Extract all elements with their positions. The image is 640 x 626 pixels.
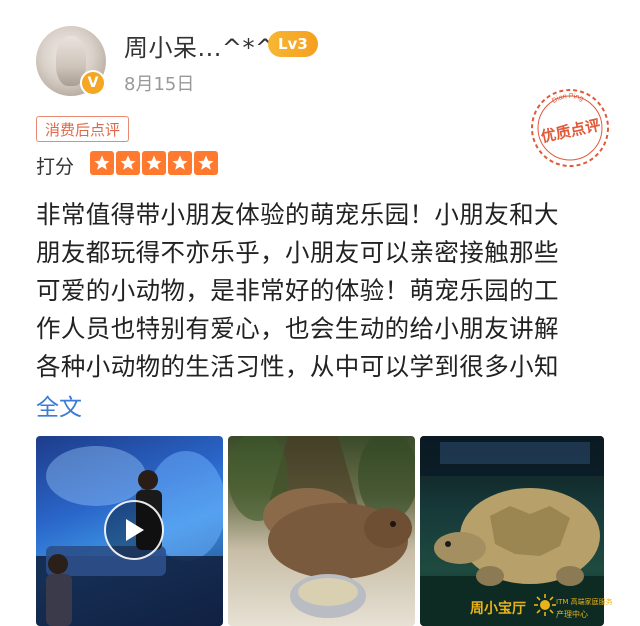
- review-text: 非常值得带小朋友体验的萌宠乐园！小朋友和大 朋友都玩得不亦乐乎，小朋友可以亲密接…: [36, 196, 608, 386]
- watermark-small-top: ITM 高端家庭服务: [556, 598, 613, 606]
- play-icon: [126, 519, 144, 541]
- star-icon: [90, 151, 114, 175]
- quality-review-seal: Dian Ping 优质点评: [531, 89, 609, 167]
- full-text-link[interactable]: 全文: [36, 388, 82, 422]
- review-photo-capybaras[interactable]: [228, 436, 415, 626]
- star-icon: [116, 151, 140, 175]
- watermark-text: 周小宝厅: [470, 601, 526, 617]
- play-video-button[interactable]: [104, 500, 164, 560]
- post-date: 8月15日: [124, 74, 195, 95]
- watermark-sun-logo-icon: [534, 594, 556, 616]
- seal-arc-text: Dian Ping: [551, 93, 585, 105]
- capybara-scene: [228, 436, 415, 618]
- seal-label: 优质点评: [539, 116, 601, 146]
- star-icon: [168, 151, 192, 175]
- verified-badge-icon: V: [80, 70, 106, 96]
- review-line: 可爱的小动物，是非常好的体验！萌宠乐园的工: [36, 276, 559, 305]
- username[interactable]: 周小呆...^*^: [124, 28, 276, 63]
- review-photo-video[interactable]: [36, 436, 223, 626]
- review-line: 作人员也特别有爱心，也会生动的给小朋友讲解: [36, 314, 559, 343]
- review-line: 各种小动物的生活习性，从中可以学到很多小知: [36, 352, 559, 381]
- watermark-small-bottom: 产理中心: [556, 610, 588, 619]
- level-badge: Lv3: [268, 31, 318, 57]
- star-icon: [194, 151, 218, 175]
- star-icon: [142, 151, 166, 175]
- review-line: 朋友都玩得不亦乐乎，小朋友可以亲密接触那些: [36, 238, 559, 267]
- star-rating: [90, 151, 218, 175]
- post-consumption-review-tag: 消费后点评: [36, 116, 130, 142]
- review-line: 非常值得带小朋友体验的萌宠乐园！小朋友和大: [36, 200, 559, 229]
- rating-label: 打分: [36, 156, 75, 178]
